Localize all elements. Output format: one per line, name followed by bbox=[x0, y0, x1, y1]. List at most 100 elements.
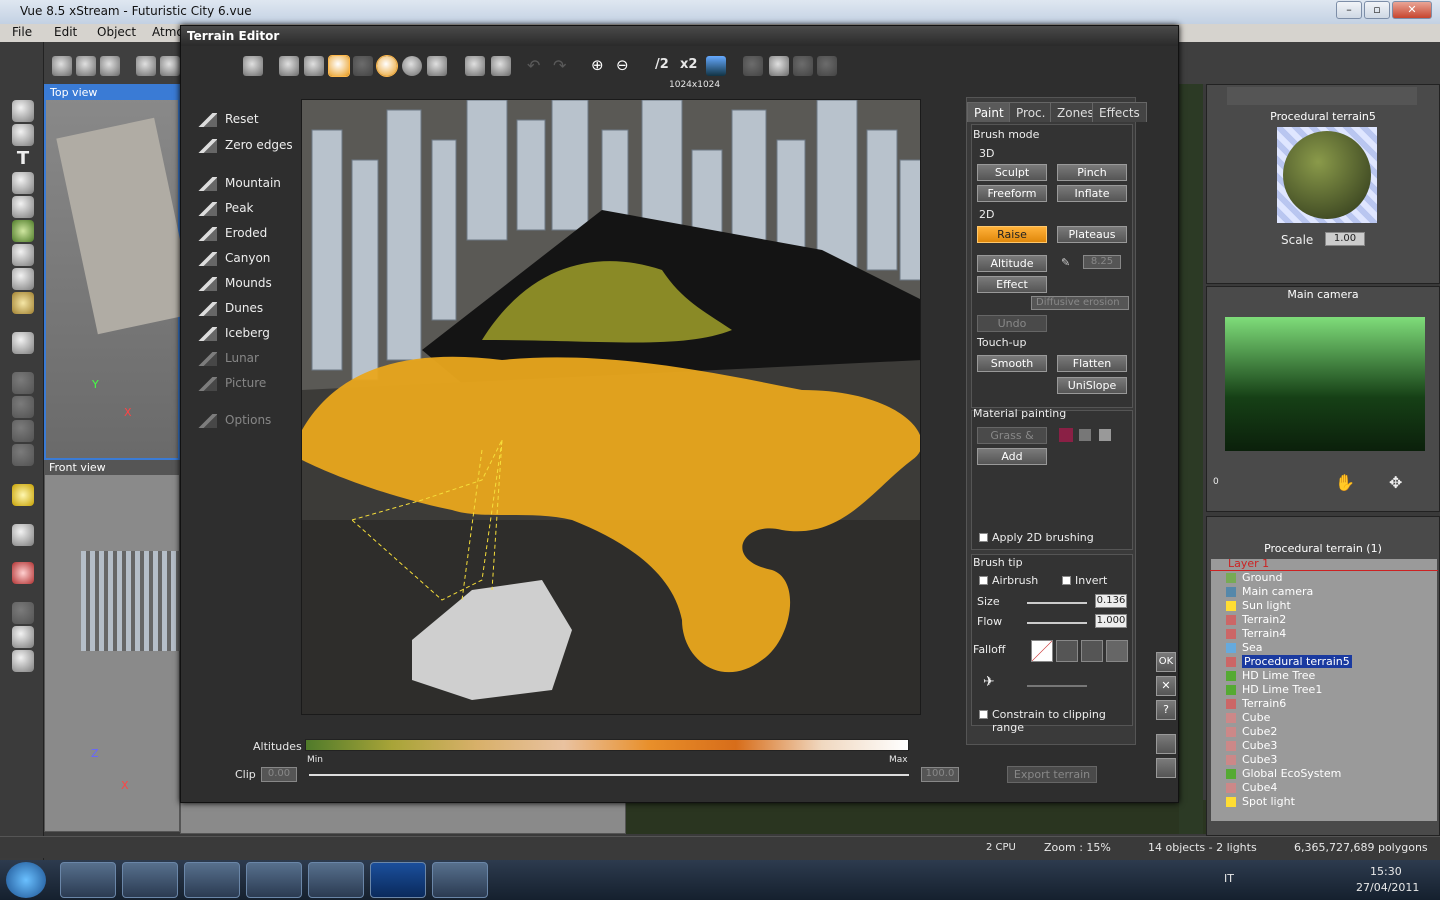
sculpt-button[interactable]: Sculpt bbox=[977, 164, 1047, 181]
mirror-icon[interactable] bbox=[12, 626, 34, 648]
effect-select[interactable]: Diffusive erosion bbox=[1031, 296, 1129, 310]
tab-paint[interactable]: Paint bbox=[967, 102, 1011, 122]
undo-button[interactable]: Undo bbox=[977, 315, 1047, 332]
clip-range-slider[interactable] bbox=[309, 774, 909, 776]
mountain-icon[interactable] bbox=[12, 196, 34, 218]
terrain-icon[interactable] bbox=[12, 172, 34, 194]
falloff-flat-icon[interactable] bbox=[1106, 640, 1128, 662]
view-3d-icon[interactable] bbox=[304, 56, 324, 76]
resolution-icon[interactable] bbox=[706, 56, 726, 76]
plant-icon[interactable] bbox=[12, 268, 34, 290]
view-2d-icon[interactable] bbox=[279, 56, 299, 76]
flatten-button[interactable]: Flatten bbox=[1057, 355, 1127, 372]
export-terrain-button[interactable]: Export terrain bbox=[1007, 766, 1097, 783]
vue-task-icon[interactable] bbox=[184, 862, 240, 898]
tree-item-cube3[interactable]: Cube3 bbox=[1210, 739, 1438, 753]
freeform-button[interactable]: Freeform bbox=[977, 185, 1047, 202]
tree-item-hd-lime-tree1[interactable]: HD Lime Tree1 bbox=[1210, 683, 1438, 697]
lock-icon[interactable] bbox=[1079, 429, 1091, 441]
menu-file[interactable]: File bbox=[12, 25, 32, 39]
pin-icon[interactable]: ✈ bbox=[983, 674, 995, 690]
altitude-value[interactable]: 8.25 bbox=[1083, 255, 1121, 269]
cut-icon[interactable] bbox=[136, 56, 156, 76]
notes-task-icon[interactable] bbox=[308, 862, 364, 898]
tree-item-cube2[interactable]: Cube2 bbox=[1210, 725, 1438, 739]
photoshop-task-icon[interactable] bbox=[370, 862, 426, 898]
invert-checkbox[interactable] bbox=[1062, 576, 1071, 585]
copy-terrain-icon[interactable] bbox=[465, 56, 485, 76]
altitude-map-icon[interactable] bbox=[427, 56, 447, 76]
tree-item-ground[interactable]: Ground bbox=[1210, 571, 1438, 585]
tree-icon[interactable] bbox=[12, 220, 34, 242]
wireframe-icon[interactable] bbox=[353, 56, 373, 76]
explorer-task-icon[interactable] bbox=[122, 862, 178, 898]
rock-icon[interactable] bbox=[12, 244, 34, 266]
falloff-smooth-icon[interactable] bbox=[1056, 640, 1078, 662]
boolean-icon[interactable] bbox=[12, 396, 34, 418]
light-icon[interactable] bbox=[12, 484, 34, 506]
grass-material-button[interactable]: Grass & bbox=[977, 427, 1047, 444]
undo-icon[interactable]: ↶ bbox=[527, 56, 547, 76]
tree-item-global-ecosystem[interactable]: Global EcoSystem bbox=[1210, 767, 1438, 781]
pinch-button[interactable]: Pinch bbox=[1057, 164, 1127, 181]
tree-layer[interactable]: Layer 1 bbox=[1210, 557, 1438, 571]
maximize-button[interactable]: ▫ bbox=[1364, 1, 1390, 19]
zoom-in-icon[interactable]: ⊕ bbox=[591, 56, 611, 76]
tree-item-spot-light[interactable]: Spot light bbox=[1210, 795, 1438, 809]
erosion-icon[interactable] bbox=[793, 56, 813, 76]
tree-item-terrain4[interactable]: Terrain4 bbox=[1210, 627, 1438, 641]
zoom-out-icon[interactable]: ⊖ bbox=[616, 56, 636, 76]
plateaus-button[interactable]: Plateaus bbox=[1057, 226, 1127, 243]
effect-button[interactable]: Effect bbox=[977, 276, 1047, 293]
material-preview-icon[interactable] bbox=[376, 55, 398, 77]
size-value[interactable]: 0.136 bbox=[1095, 594, 1127, 608]
smooth-button[interactable]: Smooth bbox=[977, 355, 1047, 372]
camera-preview-image[interactable] bbox=[1225, 317, 1425, 451]
clip-min-field[interactable]: 0.00 bbox=[261, 767, 297, 782]
messenger-task-icon[interactable] bbox=[246, 862, 302, 898]
cancel-button[interactable]: ✕ bbox=[1156, 676, 1176, 696]
tab-effects[interactable]: Effects bbox=[1092, 102, 1147, 122]
bar-chart-icon[interactable] bbox=[743, 56, 763, 76]
pressure-slider[interactable] bbox=[1027, 685, 1087, 687]
tree-item-cube4[interactable]: Cube4 bbox=[1210, 781, 1438, 795]
new-file-icon[interactable] bbox=[52, 56, 72, 76]
cube-icon[interactable] bbox=[12, 332, 34, 354]
material-preview-image[interactable] bbox=[1277, 127, 1377, 223]
window-task-icon[interactable] bbox=[432, 862, 488, 898]
tree-item-hd-lime-tree[interactable]: HD Lime Tree bbox=[1210, 669, 1438, 683]
eyedropper-icon[interactable]: ✎ bbox=[1061, 256, 1070, 269]
start-button[interactable] bbox=[6, 862, 46, 898]
help-button[interactable]: ? bbox=[1156, 700, 1176, 720]
terrain-3d-preview[interactable] bbox=[301, 99, 921, 715]
move-view-icon[interactable] bbox=[243, 56, 263, 76]
render-icon[interactable] bbox=[12, 562, 34, 584]
open-file-icon[interactable] bbox=[76, 56, 96, 76]
align-icon[interactable] bbox=[12, 602, 34, 624]
tree-item-terrain6[interactable]: Terrain6 bbox=[1210, 697, 1438, 711]
ok-button[interactable]: OK bbox=[1156, 652, 1176, 672]
effects-icon[interactable] bbox=[817, 56, 837, 76]
material-color-swatch[interactable] bbox=[1059, 428, 1073, 442]
flat-shading-icon[interactable] bbox=[402, 56, 422, 76]
orbit-icon[interactable]: ✥ bbox=[1389, 473, 1402, 492]
tab-proc[interactable]: Proc. bbox=[1009, 102, 1053, 122]
falloff-sharp-icon[interactable] bbox=[1081, 640, 1103, 662]
redo-icon[interactable]: ↷ bbox=[553, 56, 573, 76]
flow-value[interactable]: 1.000 bbox=[1095, 614, 1127, 628]
paste-terrain-icon[interactable] bbox=[491, 56, 511, 76]
trash-icon[interactable] bbox=[1099, 429, 1111, 441]
metablob-icon[interactable] bbox=[12, 444, 34, 466]
tree-item-sun-light[interactable]: Sun light bbox=[1210, 599, 1438, 613]
save-file-icon[interactable] bbox=[100, 56, 120, 76]
tree-item-sea[interactable]: Sea bbox=[1210, 641, 1438, 655]
select-tool-icon[interactable] bbox=[12, 100, 34, 122]
link-icon[interactable] bbox=[12, 420, 34, 442]
inflate-button[interactable]: Inflate bbox=[1057, 185, 1127, 202]
copy-icon[interactable] bbox=[160, 56, 180, 76]
menu-edit[interactable]: Edit bbox=[54, 25, 77, 39]
constrain-checkbox[interactable] bbox=[979, 710, 988, 719]
brush-icon[interactable] bbox=[12, 292, 34, 314]
altitude-button[interactable]: Altitude bbox=[977, 255, 1047, 272]
terrain-shaded-icon[interactable] bbox=[328, 55, 350, 77]
